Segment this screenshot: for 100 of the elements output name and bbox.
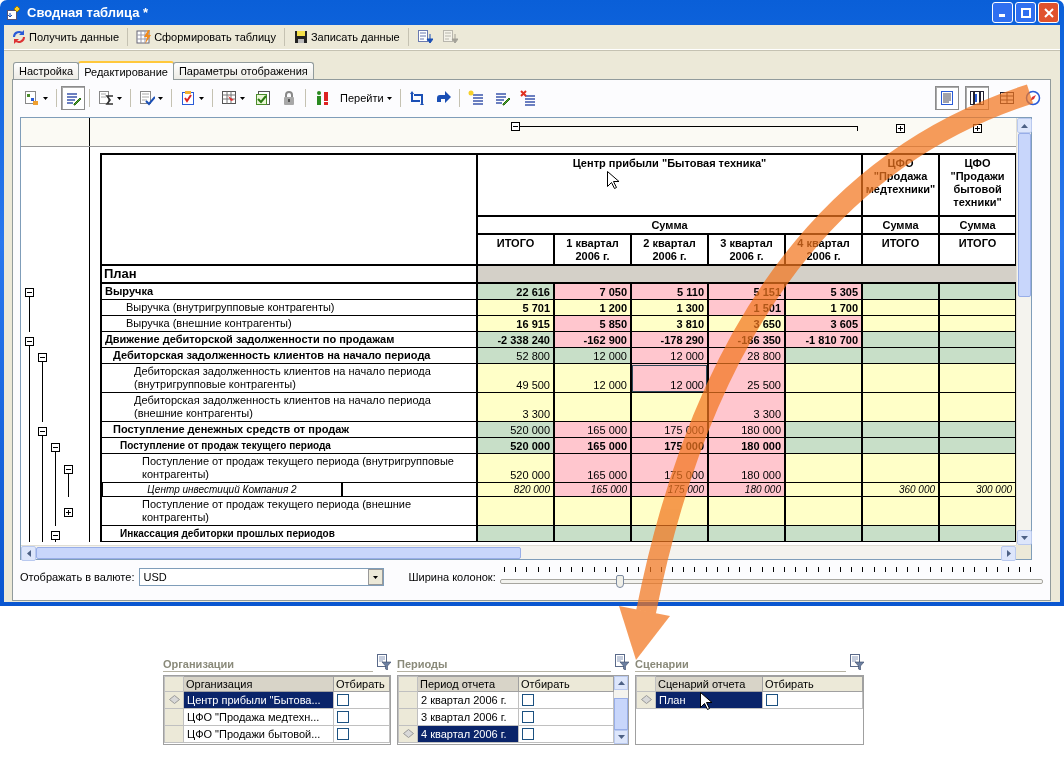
filter-icon [377,654,391,670]
table-cell[interactable] [862,496,940,526]
tab[interactable]: Настройка [13,62,80,79]
table-cell[interactable] [554,496,631,526]
table-cell[interactable] [939,392,1016,422]
maximize-button[interactable] [1015,2,1036,23]
list-pencil-icon [493,90,510,106]
field-label: Ширина колонок: [408,571,496,583]
tab[interactable]: Параметры отображения [172,62,314,79]
document-arrow-icon [441,29,458,45]
row-header-cell: Движение дебиторской задолженности по продажам [101,331,477,348]
table-cell[interactable] [708,496,785,526]
scroll-left-icon [26,550,31,557]
list-item[interactable]: ЦФО "Продажи бытовой... [183,725,334,743]
current-row-icon [640,695,652,704]
clipboard-check-icon [180,90,196,106]
filter-button[interactable] [377,654,391,670]
row-header-cell: Поступление денежных средств от продаж [101,421,477,438]
scroll-down-icon [617,735,625,739]
column-group-header: Центр прибыли "Бытовая техника" [477,154,863,216]
toolbar-button[interactable] [61,86,85,110]
row-header-cell: Дебиторская задолженность клиентов на начало периода (внутригрупповые контрагенты) [101,363,477,393]
scroll-thumb[interactable] [1018,133,1031,297]
table-cell[interactable]: 180 000 [708,453,785,483]
command-button[interactable]: Записать данные [289,27,403,47]
row-header-cell: Поступление от продаж текущего периода (внешние контрагенты) [101,496,477,526]
table-cell[interactable] [785,392,863,422]
vertical-scrollbar[interactable] [614,676,628,744]
page-icon [939,90,955,106]
command-button[interactable]: Получить данные [8,27,123,47]
list-item[interactable]: ЦФО "Продажа медтехн... [183,708,334,726]
table-cell[interactable] [785,363,863,393]
columns-icon [969,90,985,106]
checkbox[interactable] [337,728,349,740]
info-icon [314,90,330,106]
column-header[interactable]: Отбирать [762,676,863,692]
table-cell[interactable] [554,392,631,422]
scroll-right-button[interactable] [1001,546,1016,561]
checkbox[interactable] [522,728,534,740]
scroll-thumb[interactable] [36,547,521,559]
menu-button[interactable]: Перейти [336,86,396,110]
scroll-left-button[interactable] [21,546,36,561]
table-cell[interactable] [477,496,554,526]
table-cell[interactable] [862,363,940,393]
tab[interactable]: Редактирование [78,61,174,80]
table-cell[interactable]: 3 300 [477,392,554,422]
column-header[interactable]: Период отчета [417,676,519,692]
filter-icon [615,654,629,670]
scroll-up-button[interactable] [1017,118,1032,133]
caret-icon [158,96,163,100]
table-cell[interactable] [785,453,863,483]
table-cell[interactable] [939,496,1016,526]
scroll-thumb[interactable] [614,698,628,730]
column-header[interactable]: Организация [183,676,334,692]
checkbox[interactable] [522,711,534,723]
table-cell[interactable] [939,453,1016,483]
row-header-cell: Выручка (внутригрупповые контрагенты) [101,299,477,316]
checkbox[interactable] [766,694,778,706]
table-cell[interactable]: 49 500 [477,363,554,393]
close-button[interactable] [1038,2,1059,23]
window-title: Сводная таблица * [27,5,149,20]
currency-select[interactable]: USD [139,568,385,586]
scroll-up-icon [1021,123,1028,128]
vertical-scrollbar[interactable] [1016,118,1031,545]
checkbox[interactable] [337,694,349,706]
minimize-button[interactable] [992,2,1013,23]
table-cell[interactable]: 520 000 [477,453,554,483]
table-cell[interactable] [785,496,863,526]
table-cell[interactable]: 165 000 [554,453,631,483]
column-width-slider[interactable] [499,567,1043,587]
filter-button[interactable] [615,654,629,670]
list-item[interactable]: 3 квартал 2006 г. [417,708,519,726]
row-header-cell: План [101,265,477,283]
caret-icon [240,96,245,100]
list-pencil-icon [65,90,81,106]
slider-thumb[interactable] [615,575,624,588]
table-cell[interactable]: 12 000 [554,363,631,393]
scroll-down-button[interactable] [614,730,628,744]
scroll-down-button[interactable] [1017,530,1032,545]
caret-icon [373,575,379,579]
table-cell[interactable] [862,392,940,422]
dropdown-button[interactable] [368,569,384,585]
scroll-up-button[interactable] [614,676,628,690]
column-header[interactable]: Отбирать [518,676,614,692]
filter-button[interactable] [850,654,864,670]
row-header-cell: Инкассация дебиторки прошлых периодов [101,525,477,542]
column-header[interactable]: Отбирать [333,676,390,692]
list-item[interactable]: 2 квартал 2006 г. [417,691,519,709]
table-cell[interactable] [862,453,940,483]
horizontal-scrollbar[interactable] [21,545,1016,559]
checkbox[interactable] [522,694,534,706]
table-cell[interactable] [939,363,1016,393]
command-button[interactable]: Сформировать таблицу [133,27,279,47]
row-header-cell: Дебиторская задолженность клиентов на начало периода (внешние контрагенты) [101,392,477,422]
checkbox[interactable] [337,711,349,723]
column-header[interactable]: Сценарий отчета [655,676,763,692]
checklist-icon [255,90,271,106]
row-header-cell: Выручка [101,283,477,300]
document-arrow-icon [416,29,433,45]
cursor-icon [700,692,713,711]
